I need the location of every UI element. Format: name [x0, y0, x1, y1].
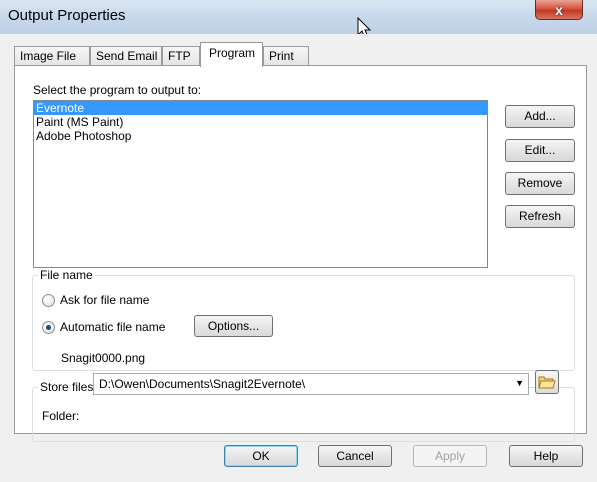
dropdown-arrow-icon[interactable]: ▼: [515, 378, 524, 388]
help-button[interactable]: Help: [509, 445, 583, 467]
remove-button[interactable]: Remove: [505, 172, 575, 195]
browse-folder-button[interactable]: [535, 370, 559, 394]
ask-file-name-label: Ask for file name: [60, 293, 150, 307]
list-item-evernote[interactable]: Evernote: [34, 101, 487, 115]
close-button[interactable]: x: [535, 0, 583, 20]
program-list[interactable]: Evernote Paint (MS Paint) Adobe Photosho…: [33, 100, 488, 268]
folder-value: D:\Owen\Documents\Snagit2Evernote\: [99, 377, 306, 391]
folder-open-icon: [538, 376, 556, 389]
file-name-preview: Snagit0000.png: [61, 351, 146, 365]
program-list-label: Select the program to output to:: [33, 83, 202, 97]
file-name-legend: File name: [38, 268, 95, 282]
ask-file-name-option[interactable]: Ask for file name: [42, 293, 149, 307]
automatic-file-name-radio[interactable]: [42, 320, 55, 334]
automatic-file-name-option[interactable]: Automatic file name: [42, 320, 165, 334]
options-button[interactable]: Options...: [194, 315, 273, 337]
window-title: Output Properties: [8, 7, 126, 24]
tab-ftp[interactable]: FTP: [162, 46, 200, 66]
list-item-paint[interactable]: Paint (MS Paint): [34, 115, 487, 129]
ask-file-name-radio[interactable]: [42, 293, 55, 307]
output-properties-dialog: Output Properties x Image File Send Emai…: [0, 0, 597, 482]
list-item-photoshop[interactable]: Adobe Photoshop: [34, 129, 487, 143]
store-files-group: Store files in: [32, 380, 575, 442]
tab-send-email[interactable]: Send Email: [90, 46, 162, 66]
automatic-file-name-label: Automatic file name: [60, 320, 166, 334]
tab-image-file[interactable]: Image File: [14, 46, 90, 66]
close-icon: x: [555, 1, 563, 18]
add-button[interactable]: Add...: [505, 105, 575, 128]
apply-button[interactable]: Apply: [413, 445, 487, 467]
folder-label: Folder:: [42, 409, 80, 423]
edit-button[interactable]: Edit...: [505, 139, 575, 162]
tab-print[interactable]: Print: [263, 46, 309, 66]
dialog-body: Image File Send Email FTP Program Print …: [0, 34, 597, 482]
ok-button[interactable]: OK: [224, 445, 298, 467]
folder-dropdown[interactable]: D:\Owen\Documents\Snagit2Evernote\ ▼: [93, 373, 529, 395]
tab-program[interactable]: Program: [200, 42, 263, 67]
refresh-button[interactable]: Refresh: [505, 205, 575, 228]
cancel-button[interactable]: Cancel: [318, 445, 392, 467]
title-bar[interactable]: Output Properties x: [0, 0, 597, 39]
